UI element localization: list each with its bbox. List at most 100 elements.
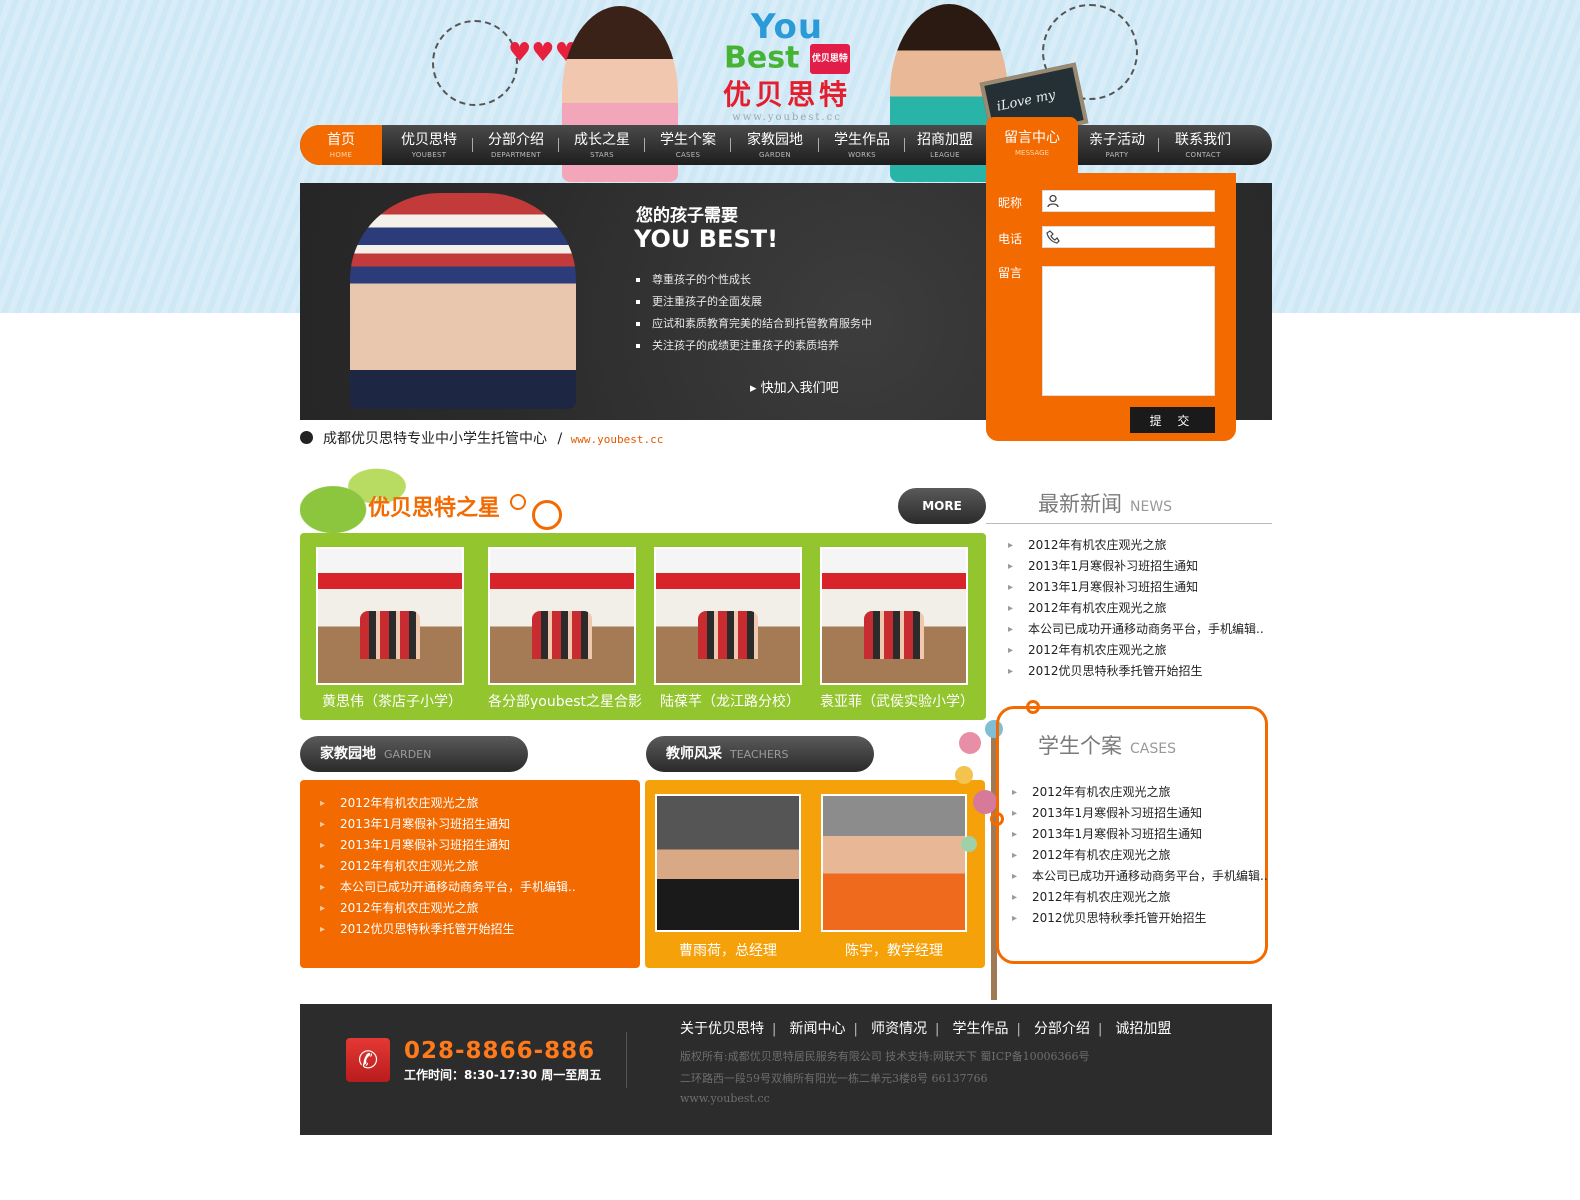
star-photo: [654, 547, 802, 685]
nav-divider: [472, 138, 473, 152]
ring-decoration: [1026, 700, 1040, 714]
nav-item-contact[interactable]: 联系我们 CONTACT: [1160, 125, 1246, 165]
star-card[interactable]: 陆葆芊（龙江路分校）: [654, 547, 806, 711]
nav-item-party[interactable]: 亲子活动 PARTY: [1078, 125, 1156, 165]
nav-sublabel: STARS: [590, 151, 614, 159]
garden-item[interactable]: 2012年有机农庄观光之旅: [318, 898, 576, 919]
message-textarea[interactable]: [1042, 266, 1215, 396]
logo-you-text: You: [750, 7, 824, 47]
garden-item[interactable]: 2012年有机农庄观光之旅: [318, 793, 576, 814]
site-logo[interactable]: You Best 优贝思特 优贝思特 www.youbest.cc: [717, 7, 857, 123]
case-item[interactable]: 2012年有机农庄观光之旅: [1010, 887, 1268, 908]
garden-item[interactable]: 本公司已成功开通移动商务平台，手机编辑..: [318, 877, 576, 898]
logo-tag: 优贝思特: [809, 44, 850, 74]
teacher-photo: [821, 794, 967, 932]
nav-label: 联系我们: [1175, 132, 1231, 148]
footer-link-about[interactable]: 关于优贝思特: [680, 1021, 764, 1037]
news-item[interactable]: 2013年1月寒假补习班招生通知: [1006, 556, 1264, 577]
tagline: 成都优贝思特专业中小学生托管中心 / www.youbest.cc: [300, 428, 663, 448]
stars-section-title: 优贝思特之星: [368, 496, 501, 521]
logo-url: www.youbest.cc: [732, 112, 842, 123]
ring-decoration: [990, 812, 1004, 826]
logo-best-word: Best: [724, 40, 800, 76]
case-item[interactable]: 本公司已成功开通移动商务平台，手机编辑..: [1010, 866, 1268, 887]
news-item[interactable]: 2012年有机农庄观光之旅: [1006, 535, 1264, 556]
main-nav: 首页 HOME 优贝思特 YOUBEST 分部介绍 DEPARTMENT 成长之…: [300, 125, 1272, 165]
site-footer: ✆ 028-8866-886 工作时间：8:30-17:30 周一至周五 关于优…: [300, 1004, 1272, 1135]
teacher-photo: [655, 794, 801, 932]
garden-item[interactable]: 2013年1月寒假补习班招生通知: [318, 835, 576, 856]
nav-sublabel: LEAGUE: [930, 151, 960, 159]
case-item[interactable]: 2013年1月寒假补习班招生通知: [1010, 803, 1268, 824]
banner-point: 关注孩子的成绩更注重孩子的素质培养: [636, 335, 872, 357]
nav-sublabel: YOUBEST: [411, 151, 447, 159]
nav-item-league[interactable]: 招商加盟 LEAGUE: [906, 125, 984, 165]
teacher-card[interactable]: 陈宇，教学经理: [821, 794, 967, 960]
star-card[interactable]: 袁亚菲（武侯实验小学）: [820, 547, 974, 711]
garden-item[interactable]: 2013年1月寒假补习班招生通知: [318, 814, 576, 835]
footer-link-teachers[interactable]: 师资情况: [871, 1021, 927, 1037]
garden-list: 2012年有机农庄观光之旅 2013年1月寒假补习班招生通知 2013年1月寒假…: [318, 793, 576, 940]
nav-item-garden[interactable]: 家教园地 GARDEN: [732, 125, 818, 165]
tagline-url[interactable]: www.youbest.cc: [571, 433, 664, 446]
star-card[interactable]: 各分部youbest之星合影: [488, 547, 642, 711]
nav-divider: [558, 138, 559, 152]
footer-url[interactable]: www.youbest.cc: [680, 1092, 770, 1105]
case-item[interactable]: 2012年有机农庄观光之旅: [1010, 782, 1268, 803]
nav-item-home[interactable]: 首页 HOME: [300, 125, 382, 165]
footer-address: 二环路西一段59号双楠所有阳光一栋二单元3楼8号 66137766: [680, 1072, 988, 1085]
nav-sublabel: HOME: [329, 151, 353, 159]
phone-number: 028-8866-886: [404, 1038, 596, 1064]
garden-heading: 家教园地 GARDEN: [300, 736, 528, 772]
child-photo: [350, 193, 576, 409]
garden-item[interactable]: 2012优贝思特秋季托管开始招生: [318, 919, 576, 940]
news-item[interactable]: 2012年有机农庄观光之旅: [1006, 598, 1264, 619]
ring-decoration: [532, 500, 562, 530]
nav-item-department[interactable]: 分部介绍 DEPARTMENT: [474, 125, 558, 165]
nav-item-cases[interactable]: 学生个案 CASES: [646, 125, 730, 165]
phone-icon: ✆: [346, 1038, 390, 1082]
news-item[interactable]: 2013年1月寒假补习班招生通知: [1006, 577, 1264, 598]
case-item[interactable]: 2012优贝思特秋季托管开始招生: [1010, 908, 1268, 929]
nav-sublabel: WORKS: [848, 151, 876, 159]
nav-divider: [1158, 138, 1159, 152]
more-button[interactable]: MORE: [898, 488, 986, 524]
banner-point: 尊重孩子的个性成长: [636, 269, 872, 291]
tagline-text: 成都优贝思特专业中小学生托管中心: [323, 431, 547, 447]
star-photo: [316, 547, 464, 685]
news-item[interactable]: 本公司已成功开通移动商务平台，手机编辑..: [1006, 619, 1264, 640]
garden-title-en: GARDEN: [384, 748, 432, 761]
submit-button[interactable]: 提 交: [1130, 407, 1215, 433]
footer-separator: |: [772, 1022, 777, 1037]
star-card[interactable]: 黄思伟（茶店子小学）: [316, 547, 468, 711]
nav-sublabel: DEPARTMENT: [491, 151, 541, 159]
join-us-link[interactable]: 快加入我们吧: [750, 377, 839, 396]
news-item[interactable]: 2012年有机农庄观光之旅: [1006, 640, 1264, 661]
footer-link-news[interactable]: 新闻中心: [789, 1021, 845, 1037]
nav-item-youbest[interactable]: 优贝思特 YOUBEST: [386, 125, 472, 165]
nav-divider: [644, 138, 645, 152]
nav-label: 成长之星: [574, 132, 630, 148]
star-caption: 陆葆芊（龙江路分校）: [660, 694, 800, 710]
phone-input[interactable]: [1042, 226, 1215, 248]
case-item[interactable]: 2012年有机农庄观光之旅: [1010, 845, 1268, 866]
footer-link-department[interactable]: 分部介绍: [1034, 1021, 1090, 1037]
nav-sublabel: MESSAGE: [1015, 149, 1049, 157]
banner-points: 尊重孩子的个性成长 更注重孩子的全面发展 应试和素质教育完美的结合到托管教育服务…: [636, 269, 872, 357]
nav-item-stars[interactable]: 成长之星 STARS: [560, 125, 644, 165]
garden-item[interactable]: 2012年有机农庄观光之旅: [318, 856, 576, 877]
footer-separator: |: [853, 1022, 858, 1037]
page-container: ♥♥♥♥♥ iLove my You Best 优贝思特 优贝思特 www.yo…: [300, 0, 1272, 1200]
news-item[interactable]: 2012优贝思特秋季托管开始招生: [1006, 661, 1264, 682]
nav-label: 学生作品: [834, 132, 890, 148]
nav-item-works[interactable]: 学生作品 WORKS: [820, 125, 904, 165]
nav-label: 学生个案: [660, 132, 716, 148]
nickname-input[interactable]: [1042, 190, 1215, 212]
teacher-card[interactable]: 曹雨荷，总经理: [655, 794, 801, 960]
nav-item-message[interactable]: 留言中心 MESSAGE: [986, 117, 1078, 175]
case-item[interactable]: 2013年1月寒假补习班招生通知: [1010, 824, 1268, 845]
nav-label: 优贝思特: [401, 132, 457, 148]
footer-link-league[interactable]: 诚招加盟: [1115, 1021, 1171, 1037]
nav-divider: [904, 138, 905, 152]
footer-link-works[interactable]: 学生作品: [952, 1021, 1008, 1037]
